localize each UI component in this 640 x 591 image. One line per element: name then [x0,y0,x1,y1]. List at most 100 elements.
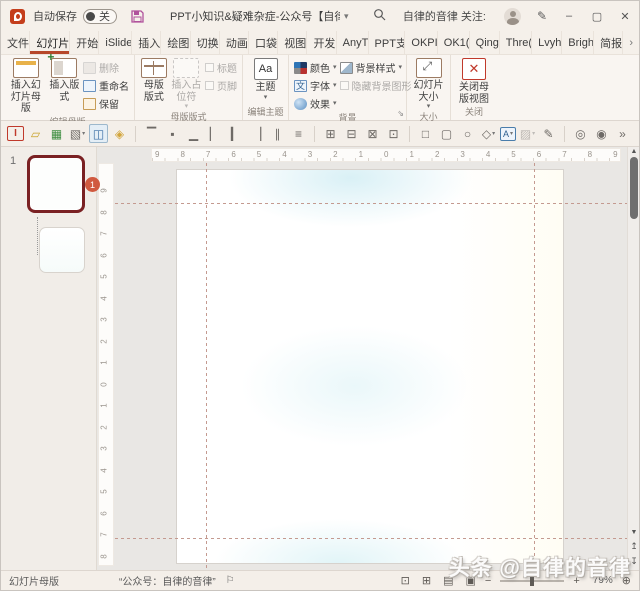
tab-overflow-chevron-icon[interactable]: › [623,31,639,54]
insert-layout-button[interactable]: 插入版式 [49,58,80,103]
ruler-number: 6 [100,253,109,257]
tab-文件[interactable]: 文件 [1,31,30,54]
dialog-launcher-icon[interactable]: ⇘ [397,109,404,118]
fonts-button[interactable]: 文 字体 ▾ [294,78,337,93]
minimize-button[interactable]: – [555,1,583,31]
rename-button[interactable]: 重命名 [83,78,129,93]
tab-Qing[interactable]: Qing [470,31,500,54]
tab-iSlide[interactable]: iSlide [99,31,132,54]
effects-button[interactable]: 效果 ▾ [294,96,337,111]
background-styles-button[interactable]: 背景样式 ▾ [340,60,412,75]
shapes-gallery-icon[interactable]: ◇▾ [479,124,498,143]
title-caret-icon[interactable]: ▾ [344,11,349,22]
send-backward-icon[interactable]: ⊟ [342,124,361,143]
scroll-up-icon[interactable]: ▲ [628,148,639,155]
combine-shapes-icon[interactable]: ◉ [592,124,611,143]
text-box-insert-icon[interactable]: A▾ [500,127,516,141]
align-left-icon[interactable]: ▏ [205,124,224,143]
toggle-knob-icon [86,12,95,21]
align-top-icon[interactable]: ▔ [142,124,161,143]
oval-shape-icon[interactable]: ○ [458,124,477,143]
horizontal-guide[interactable] [115,538,627,539]
flag-icon[interactable]: ⚐ [226,575,235,586]
document-title[interactable]: PPT小知识&疑难杂症-公众号【自律… [170,8,340,24]
tab-开发[interactable]: 开发 [307,31,336,54]
slide-sorter-icon[interactable]: ⊞ [422,574,431,587]
align-bottom-icon[interactable]: ▁ [184,124,203,143]
editing-canvas[interactable]: 9876543210123456789 [115,147,627,570]
slide-master-thumbnail[interactable] [27,155,85,213]
text-box-icon[interactable]: I [7,126,24,141]
ruler-number: 8 [100,210,109,214]
layout-thumbnail[interactable] [39,227,85,273]
close-button[interactable]: ✕ [611,1,639,31]
table-icon[interactable]: ▦ [47,124,66,143]
tab-绘图[interactable]: 绘图 [161,31,190,54]
tab-简报[interactable]: 简报 [594,31,623,54]
colors-button[interactable]: 颜色 ▾ [294,60,337,75]
ribbon-group-close: ✕ 关闭母版视图 关闭 [451,55,497,120]
view-mode-label: 幻灯片母版 [9,573,59,588]
bring-forward-icon[interactable]: ⊞ [321,124,340,143]
toolbar-overflow-icon[interactable]: » [613,124,632,143]
ruler-number: 1 [410,150,414,159]
insert-slide-master-button[interactable]: 插入幻灯片母版 [6,58,46,115]
master-layout-button[interactable]: 母版版式 [140,58,168,103]
scroll-down-icon[interactable]: ▼ [628,529,639,536]
picture-icon[interactable]: ▧▾ [68,124,87,143]
distribute-vertical-icon[interactable]: ≡ [289,124,308,143]
slide-size-button[interactable]: 幻灯片大小 ▾ [412,58,445,110]
ribbon-group-size: 幻灯片大小 ▾ 大小 [407,55,451,120]
vertical-guide[interactable] [534,163,535,570]
shape-select-icon[interactable]: ▱ [26,124,45,143]
caret-down-icon: ▾ [427,103,431,110]
distribute-horizontal-icon[interactable]: ∥ [268,124,287,143]
tab-Lvyh[interactable]: Lvyh [532,31,562,54]
tab-开始[interactable]: 开始 [70,31,99,54]
tab-插入[interactable]: 插入 [132,31,161,54]
powerpoint-window: 自动保存 关 PPT小知识&疑难杂症-公众号【自律… ▾ 自律的音律 关注: ✎… [0,0,640,591]
vertical-scrollbar[interactable]: ▲ ▼ ↥ ↧ [627,147,639,570]
tab-动画[interactable]: 动画 [220,31,249,54]
tab-OK1([interactable]: OK1( [438,31,470,54]
tab-口袋[interactable]: 口袋 [249,31,278,54]
bring-to-front-icon[interactable]: ⊠ [363,124,382,143]
tab-切换[interactable]: 切换 [191,31,220,54]
layout-connector-line [37,217,38,255]
maximize-button[interactable]: ▢ [583,1,611,31]
ruler-number: 4 [100,468,109,472]
rounded-rectangle-shape-icon[interactable]: ▢ [437,124,456,143]
merge-shapes-icon[interactable]: ◎ [571,124,590,143]
search-icon[interactable] [367,8,393,24]
autosave-toggle[interactable]: 关 [83,9,117,24]
tab-OKPI[interactable]: OKPI [405,31,437,54]
align-center-icon[interactable]: ▎ [226,124,245,143]
rectangle-shape-icon[interactable]: □ [416,124,435,143]
pencil-icon[interactable]: ✎ [529,9,555,23]
slide-master-canvas[interactable] [176,169,564,564]
tab-Thre([interactable]: Thre( [500,31,532,54]
tab-PPT支[interactable]: PPT支 [369,31,406,54]
send-to-back-icon[interactable]: ⊡ [384,124,403,143]
tab-AnyT[interactable]: AnyT [337,31,369,54]
follow-author-label[interactable]: 自律的音律 关注: [403,8,486,24]
save-icon[interactable] [131,10,144,23]
close-master-view-button[interactable]: ✕ 关闭母版视图 [456,58,492,105]
slide-pane-icon[interactable]: ◫ [89,124,108,143]
themes-button[interactable]: Aa 主题 ▾ [249,58,283,101]
status-note: “公众号：自律的音律” [119,573,216,588]
normal-view-icon[interactable]: ⊡ [401,574,410,587]
avatar[interactable] [504,8,521,25]
format-painter-icon[interactable]: ◈ [110,124,129,143]
previous-slide-icon[interactable]: ↥ [628,541,639,552]
vertical-guide[interactable] [206,163,207,570]
edit-points-icon[interactable]: ✎ [539,124,558,143]
horizontal-guide[interactable] [115,203,627,204]
preserve-button[interactable]: 保留 [83,96,129,111]
align-right-icon[interactable]: ▕ [247,124,266,143]
align-middle-icon[interactable]: ▪ [163,124,182,143]
tab-视图[interactable]: 视图 [278,31,307,54]
scrollbar-thumb[interactable] [630,157,638,219]
tab-Brigh[interactable]: Brigh [562,31,594,54]
footer-checkbox: 页脚 [205,78,237,93]
